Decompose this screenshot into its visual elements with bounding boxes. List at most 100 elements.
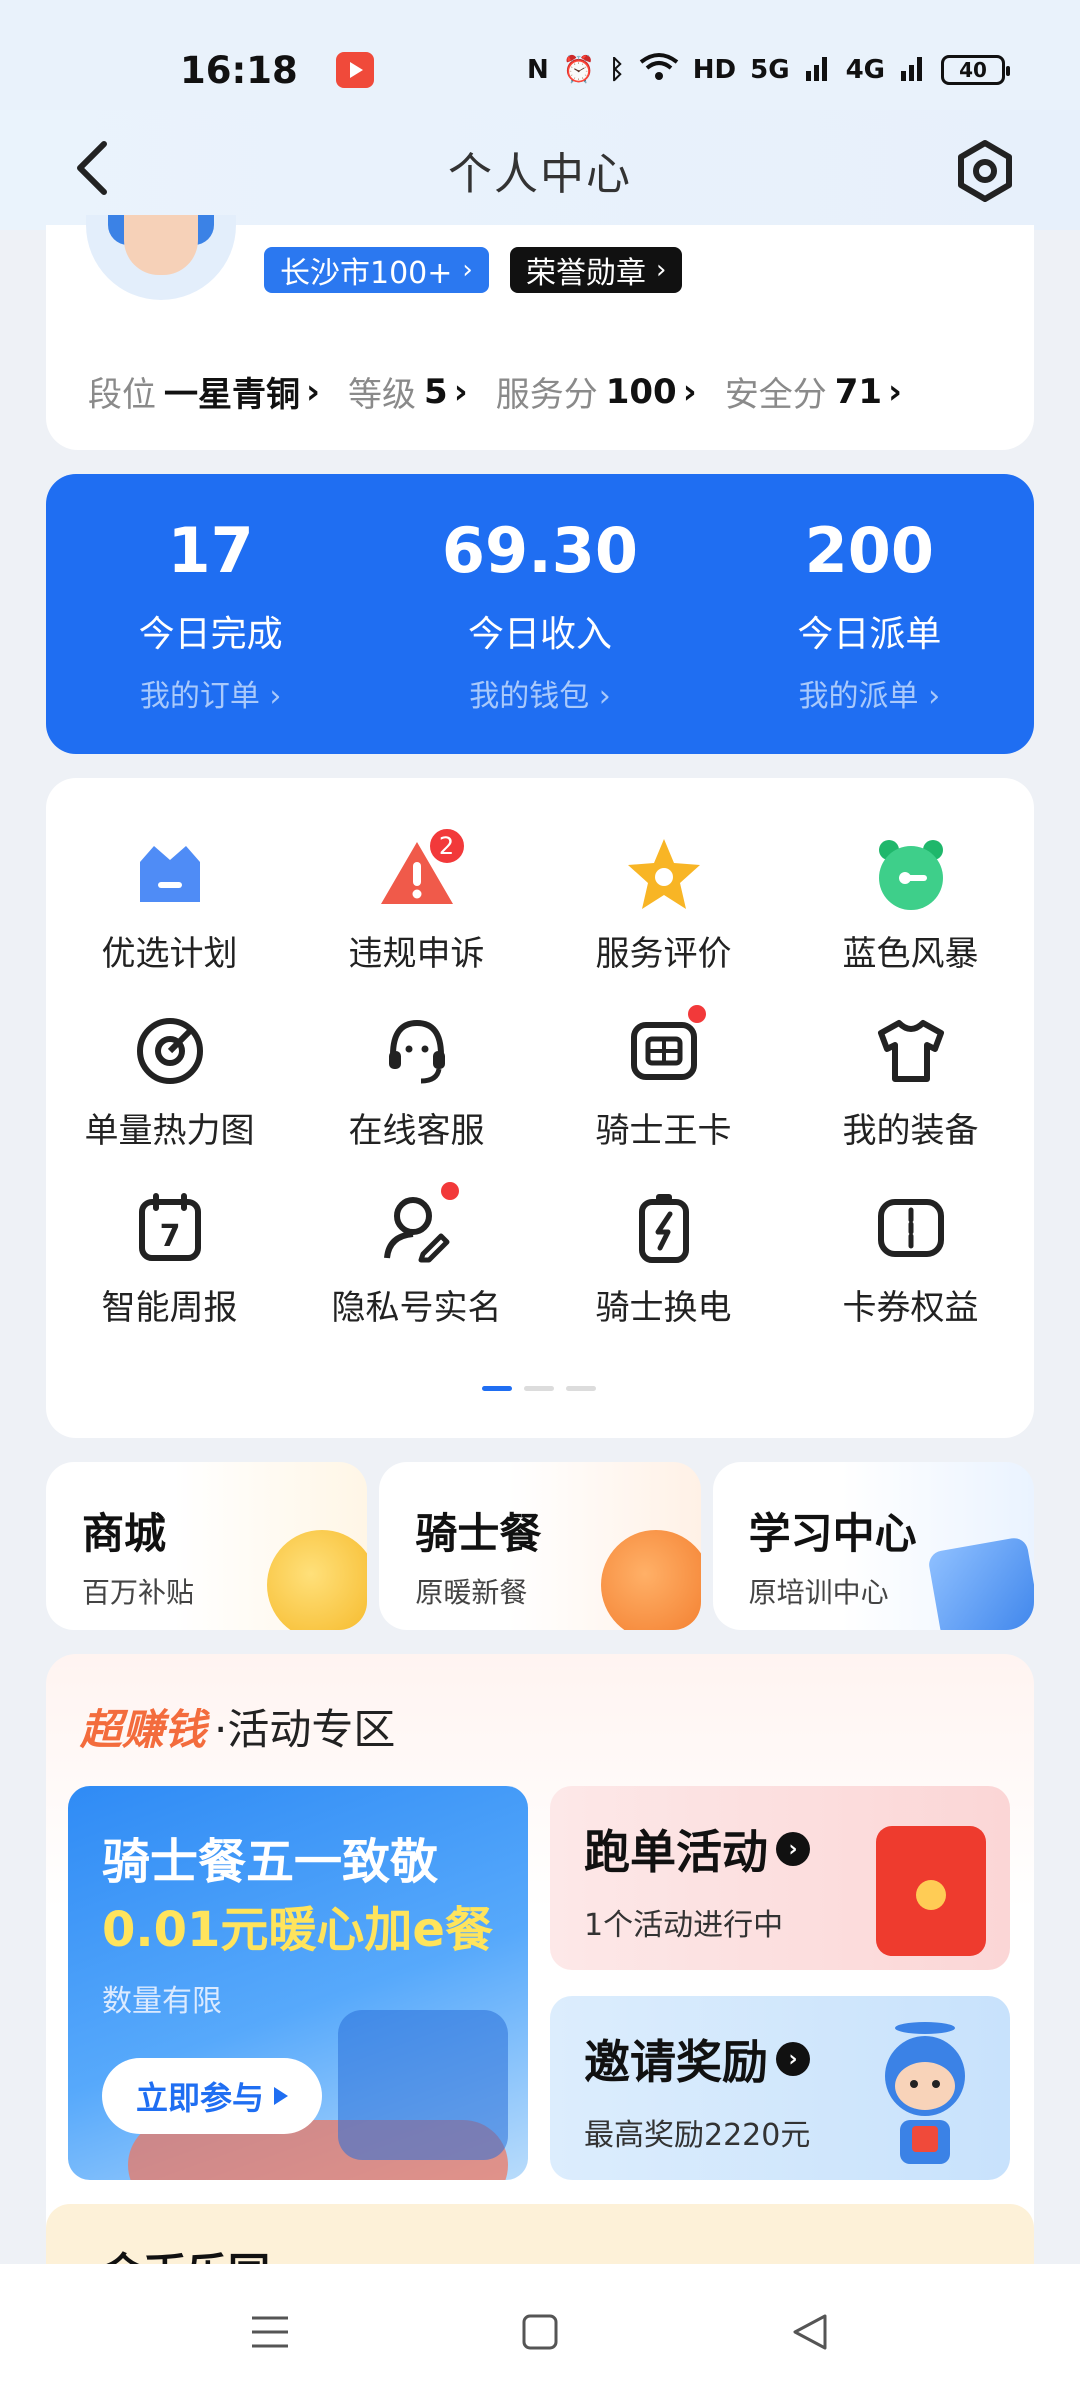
grid-item-knight-card[interactable]: 骑士王卡 [540,1005,787,1152]
banner-note: 数量有限 [102,1984,222,2019]
grid-label: 在线客服 [348,1111,485,1151]
back-triangle-icon [793,2314,827,2350]
warning-icon: 2 [375,826,467,916]
profile-card: 长沙市100+ › 荣誉勋章 › 段位 一星青铜 › 等级 5 › 服务分 100 … [46,215,1034,450]
back-nav-button[interactable] [675,2312,945,2352]
join-now-button[interactable]: 立即参与 [102,2058,322,2134]
grid-item-weekly-report[interactable]: 7 智能周报 [46,1186,293,1329]
link-text: 我的钱包 [469,679,590,714]
heatmap-icon [128,1009,212,1093]
my-orders-link[interactable]: 我的订单 › [140,671,282,715]
book-icon [926,1536,1034,1630]
today-number: 69.30 [441,514,639,587]
grid-item-preferred-plan[interactable]: 优选计划 [46,832,293,975]
stat-value: 100 [605,371,677,412]
grid-label: 单量热力图 [84,1111,255,1151]
red-packet-icon [876,1826,986,1956]
star-icon [622,832,706,916]
page-title: 个人中心 [448,149,632,200]
chevron-right-icon: › [462,255,473,285]
grid-label: 服务评价 [595,934,732,974]
my-wallet-link[interactable]: 我的钱包 › [469,671,611,715]
profile-stats: 段位 一星青铜 › 等级 5 › 服务分 100 › 安全分 71 › [88,367,902,416]
today-income[interactable]: 69.30 今日收入 我的钱包 › [375,474,704,754]
chevron-right-icon: › [453,371,468,412]
settings-button[interactable] [952,138,1018,204]
banner-highlight: 0.01元暖心加e餐 [102,1902,493,1958]
link-text: 我的订单 [139,679,260,714]
home-button[interactable] [405,2313,675,2351]
signal-5g-label: 5G [750,55,790,85]
pager-dot-active [482,1386,512,1391]
arrow-right-icon: › [776,2042,810,2076]
chevron-right-icon: › [682,371,697,412]
back-chevron-icon [77,141,107,195]
invite-reward-card[interactable]: 邀请奖励 › 最高奖励2220元 [550,1996,1010,2180]
nav-bar: 个人中心 [0,110,1080,230]
stat-key: 等级 [348,375,417,415]
section-title: 金币乐园 [102,2240,270,2264]
activity-zone: 超赚钱 ·活动专区 骑士餐五一致敬 0.01元暖心加e餐 数量有限 立即参与 跑… [46,1654,1034,2294]
signal-bars-icon [804,53,832,88]
signal-bars-icon [899,53,927,88]
status-icons: N ⏰ ᛒ HD 5G 4G 40 [527,52,1010,89]
today-dispatched[interactable]: 200 今日派单 我的派单 › [705,474,1034,754]
battery-level: 40 [959,58,987,82]
stat-safety-score[interactable]: 安全分 71 › [725,367,902,416]
grid-item-service-rating[interactable]: 服务评价 [540,832,787,975]
grid-label: 骑士王卡 [595,1111,732,1151]
honor-medal-label: 荣誉勋章 [526,256,646,291]
grid-item-online-support[interactable]: 在线客服 [293,1009,540,1152]
stat-service-score[interactable]: 服务分 100 › [496,367,697,416]
battery-icon: 40 [941,55,1010,85]
stat-level[interactable]: 等级 5 › [348,367,468,416]
chevron-right-icon: › [888,371,903,412]
grid-label: 优选计划 [101,934,238,974]
tshirt-icon [869,1009,953,1093]
menu-button[interactable] [135,2314,405,2350]
gold-park-section[interactable]: 金币乐园 [46,2204,1034,2264]
grid-item-order-heatmap[interactable]: 单量热力图 [46,1009,293,1152]
grid-item-battery-swap[interactable]: 骑士换电 [540,1186,787,1329]
chevron-right-icon: › [656,255,667,285]
stat-rank[interactable]: 段位 一星青铜 › [88,367,320,416]
grid-label: 蓝色风暴 [842,934,979,974]
grid-item-my-equipment[interactable]: 我的装备 [787,1009,1034,1152]
grid-item-blue-storm[interactable]: 蓝色风暴 [787,832,1034,975]
today-completed[interactable]: 17 今日完成 我的订单 › [46,474,375,754]
run-order-activity-card[interactable]: 跑单活动 › 1个活动进行中 [550,1786,1010,1970]
clock-icon [869,832,953,916]
grid-label: 骑士换电 [595,1288,732,1328]
link-text: 我的派单 [798,679,919,714]
grid-item-violation-appeal[interactable]: 2 违规申诉 [293,826,540,975]
stat-key: 服务分 [495,375,598,415]
my-dispatch-link[interactable]: 我的派单 › [799,671,941,715]
quick-entries: 商城 百万补贴 骑士餐 原暖新餐 学习中心 原培训中心 [46,1462,1034,1630]
stat-value: 71 [834,371,883,412]
quick-learning-center[interactable]: 学习中心 原培训中心 [712,1462,1034,1630]
battery-swap-icon [622,1186,706,1270]
activity-header: 超赚钱 ·活动专区 [80,1696,395,1757]
quick-knight-meal[interactable]: 骑士餐 原暖新餐 [379,1462,701,1630]
avatar[interactable] [86,215,236,300]
alarm-icon: ⏰ [562,55,596,85]
quick-mall[interactable]: 商城 百万补贴 [46,1462,368,1630]
city-rank-tag[interactable]: 长沙市100+ › [264,247,489,293]
grid-item-privacy-realname[interactable]: 隐私号实名 [293,1182,540,1329]
honor-medal-tag[interactable]: 荣誉勋章 › [510,247,683,293]
today-number: 17 [167,514,254,587]
back-button[interactable] [70,138,130,198]
video-app-icon [335,52,374,88]
nfc-icon: N [527,55,549,85]
today-summary-card: 17 今日完成 我的订单 › 69.30 今日收入 我的钱包 › 200 今日派… [46,474,1034,754]
stat-key: 段位 [88,375,156,415]
grid-item-coupons[interactable]: 卡券权益 [787,1186,1034,1329]
bluetooth-icon: ᛒ [609,55,625,85]
today-label: 今日收入 [467,614,612,655]
banner-decoration [338,2010,508,2160]
calendar-day: 7 [159,1219,180,1254]
grid-label: 违规申诉 [348,934,485,974]
meal-promo-banner[interactable]: 骑士餐五一致敬 0.01元暖心加e餐 数量有限 立即参与 [68,1786,528,2180]
stat-value: 一星青铜 [164,375,300,415]
today-label: 今日完成 [138,614,283,655]
